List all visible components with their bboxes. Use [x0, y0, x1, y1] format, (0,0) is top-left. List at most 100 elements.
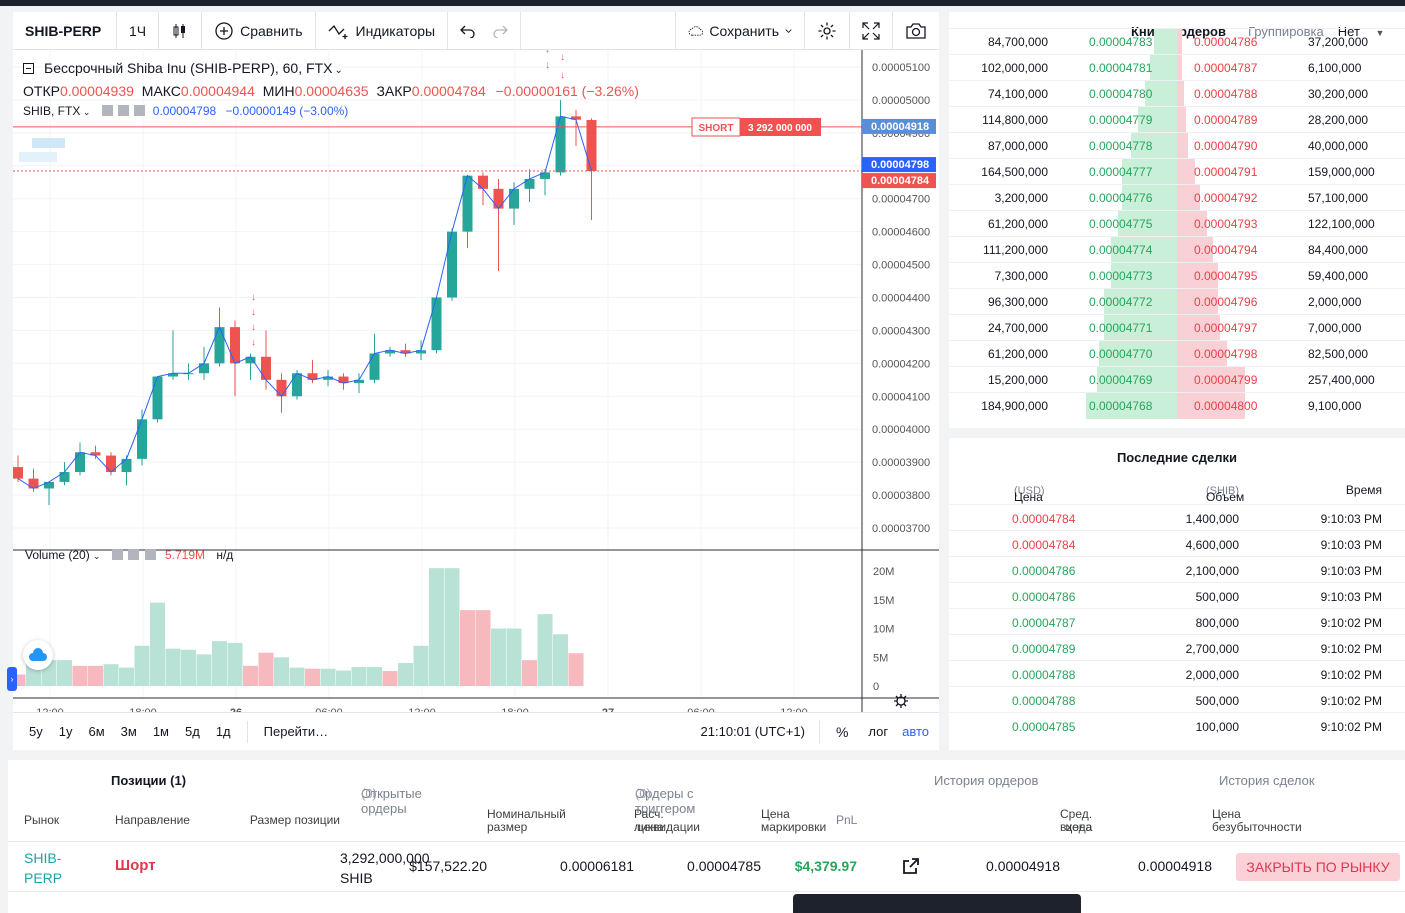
- legend-title: Бессрочный Shiba Inu (SHIB-PERP), 60, FT…: [44, 60, 333, 76]
- last-price-tag: 0.00004798: [871, 159, 929, 171]
- orderbook-row[interactable]: 84,700,000 0.00004783 0.00004786 37,200,…: [949, 28, 1405, 55]
- close-market-button[interactable]: ЗАКРЫТЬ ПО РЫНКУ: [1236, 853, 1400, 881]
- cloud-sync-icon[interactable]: [23, 640, 53, 670]
- trade-price: 0.00004784: [1012, 512, 1076, 526]
- range-4[interactable]: 1м: [145, 724, 177, 739]
- range-3[interactable]: 3м: [113, 724, 145, 739]
- range-6[interactable]: 1д: [208, 724, 239, 739]
- candle-body: [137, 419, 147, 459]
- symbol-search-button[interactable]: SHIB-PERP: [13, 11, 117, 50]
- range-5[interactable]: 5д: [177, 724, 208, 739]
- trade-size: 800,000: [1195, 616, 1239, 630]
- trade-size: 2,100,000: [1185, 564, 1239, 578]
- bid-price: 0.00004779: [1089, 112, 1153, 127]
- orderbook-row[interactable]: 102,000,000 0.00004781 0.00004787 6,100,…: [949, 54, 1405, 81]
- ask-depth-bar: [1177, 107, 1187, 133]
- hdr-market: Рынок: [24, 813, 60, 827]
- auto-toggle[interactable]: авто: [898, 724, 939, 739]
- chart-style-button[interactable]: [159, 11, 203, 50]
- candle-body: [276, 379, 287, 397]
- orderbook-row[interactable]: 96,300,000 0.00004772 0.00004796 2,000,0…: [949, 288, 1405, 315]
- bid-size: 61,200,000: [987, 346, 1048, 361]
- orderbook-row[interactable]: 111,200,000 0.00004774 0.00004794 84,400…: [949, 236, 1405, 263]
- orderbook-row[interactable]: 7,300,000 0.00004773 0.00004795 59,400,0…: [949, 262, 1405, 289]
- volume-bar: [398, 663, 413, 686]
- interval-button[interactable]: 1Ч: [117, 11, 160, 50]
- position-mark-price: 0.00004785: [687, 858, 761, 874]
- col-size-label: Объем: [1206, 490, 1245, 504]
- price-tick-label: 0.00003800: [872, 490, 930, 502]
- legend-title-row: Бессрочный Shiba Inu (SHIB-PERP), 60, FT…: [23, 58, 639, 81]
- eye-icon[interactable]: [101, 105, 113, 116]
- save-button[interactable]: Сохранить: [675, 11, 804, 50]
- volume-tick-label: 20M: [873, 566, 894, 578]
- bid-size: 87,000,000: [987, 138, 1048, 153]
- range-0[interactable]: 5y: [21, 724, 51, 739]
- indicators-button[interactable]: Индикаторы: [316, 11, 449, 50]
- short-tag-size: 3 292 000 000: [748, 123, 812, 134]
- orderbook-row[interactable]: 114,800,000 0.00004779 0.00004789 28,200…: [949, 106, 1405, 133]
- tab-trade-history[interactable]: История сделок: [1219, 773, 1315, 788]
- range-2[interactable]: 6м: [80, 724, 112, 739]
- volume-bar: [413, 645, 429, 686]
- compare-button[interactable]: Сравнить: [202, 11, 316, 50]
- log-toggle[interactable]: лог: [858, 724, 898, 739]
- eye-icon[interactable]: [111, 549, 123, 560]
- orderbook-row[interactable]: 61,200,000 0.00004775 0.00004793 122,100…: [949, 210, 1405, 237]
- undo-icon[interactable]: [460, 24, 476, 38]
- orderbook-row[interactable]: 87,000,000 0.00004778 0.00004790 40,000,…: [949, 132, 1405, 159]
- clock[interactable]: 21:10:01 (UTC+1): [701, 724, 819, 739]
- orderbook-rows: 84,700,000 0.00004783 0.00004786 37,200,…: [949, 28, 1405, 419]
- orderbook-row[interactable]: 164,500,000 0.00004777 0.00004791 159,00…: [949, 158, 1405, 185]
- trade-price: 0.00004784: [1012, 538, 1076, 552]
- entry-price-tag: 0.00004918: [871, 121, 929, 133]
- orderbook-row[interactable]: 61,200,000 0.00004770 0.00004798 82,500,…: [949, 340, 1405, 367]
- gear-icon: [818, 22, 836, 39]
- price-chart[interactable]: ↓↓↓↓↓↓↓↓SHORT3 292 000 000 0.000051000.0…: [13, 50, 939, 712]
- ask-size: 82,500,000: [1308, 346, 1369, 361]
- orderbook-row[interactable]: 15,200,000 0.00004769 0.00004799 257,400…: [949, 366, 1405, 393]
- gear-icon[interactable]: [118, 105, 130, 116]
- close-icon[interactable]: [144, 549, 156, 560]
- tab-positions[interactable]: Позиции (1): [111, 773, 186, 788]
- compare-symbol: SHIB, FTX: [23, 104, 81, 118]
- position-notional: $157,522.20: [409, 858, 487, 874]
- percent-toggle[interactable]: %: [820, 724, 858, 740]
- goto-button[interactable]: Перейти…: [256, 724, 337, 739]
- volume-tick-label: 15M: [873, 595, 894, 607]
- collapse-icon[interactable]: [23, 63, 34, 74]
- orderbook-row[interactable]: 3,200,000 0.00004776 0.00004792 57,100,0…: [949, 184, 1405, 211]
- volume-tick-label: 5M: [873, 652, 888, 664]
- fullscreen-button[interactable]: [849, 11, 892, 50]
- candle-body: [199, 363, 209, 374]
- price-tick-label: 0.00004200: [872, 358, 930, 370]
- tab-trigger-count: (0): [635, 786, 651, 801]
- expand-panel-handle[interactable]: ›: [7, 667, 17, 691]
- position-side: Шорт: [115, 857, 156, 874]
- redo-icon[interactable]: [492, 24, 509, 38]
- candle-body: [524, 178, 535, 189]
- range-1[interactable]: 1y: [51, 724, 81, 739]
- orderbook-row[interactable]: 184,900,000 0.00004768 0.00004800 9,100,…: [949, 392, 1405, 419]
- close-icon[interactable]: [134, 105, 146, 116]
- market-2: PERP: [24, 870, 63, 886]
- trade-price: 0.00004786: [1012, 590, 1076, 604]
- orderbook-row[interactable]: 24,700,000 0.00004771 0.00004797 7,000,0…: [949, 314, 1405, 341]
- trade-time: 9:10:03 PM: [1320, 564, 1382, 578]
- trade-size: 500,000: [1195, 590, 1239, 604]
- hdr-entry-2: входа: [1060, 820, 1093, 834]
- snapshot-button[interactable]: [892, 11, 939, 50]
- tab-order-history[interactable]: История ордеров: [934, 773, 1038, 788]
- ask-price: 0.00004795: [1194, 268, 1258, 283]
- orderbook-row[interactable]: 74,100,000 0.00004780 0.00004788 30,200,…: [949, 80, 1405, 107]
- settings-button[interactable]: [804, 11, 849, 50]
- candle-body: [292, 373, 302, 397]
- bid-size: 74,100,000: [987, 86, 1048, 101]
- plus-circle-icon: [215, 21, 233, 40]
- volume-value: 5.719M: [164, 548, 205, 562]
- ask-size: 159,000,000: [1308, 164, 1375, 179]
- undo-redo-group: [448, 11, 522, 50]
- gear-icon[interactable]: [128, 549, 140, 560]
- external-link-icon[interactable]: [901, 856, 921, 879]
- indicators-label: Индикаторы: [355, 22, 436, 39]
